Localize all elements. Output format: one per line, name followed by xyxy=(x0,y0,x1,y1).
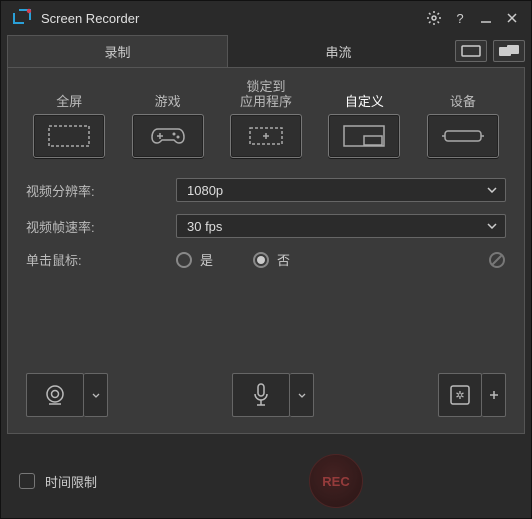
webcam-dropdown[interactable] xyxy=(84,373,108,417)
resolution-dropdown[interactable]: 1080p xyxy=(176,178,506,202)
tabbar-right xyxy=(449,35,525,67)
mic-button[interactable] xyxy=(232,373,290,417)
overlay-add[interactable] xyxy=(482,373,506,417)
mic-dropdown[interactable] xyxy=(290,373,314,417)
overlay-button[interactable]: ✲ xyxy=(438,373,482,417)
webcam-group xyxy=(26,373,108,417)
settings-panel: 视频分辨率: 1080p 视频帧速率: 30 fps 单击鼠标: xyxy=(26,178,506,269)
mic-group xyxy=(232,373,314,417)
overlay-group: ✲ xyxy=(438,373,506,417)
mode-game-label: 游戏 xyxy=(155,78,181,110)
framerate-dropdown[interactable]: 30 fps xyxy=(176,214,506,238)
row-framerate: 视频帧速率: 30 fps xyxy=(26,214,506,238)
mode-fullscreen-label: 全屏 xyxy=(56,78,82,110)
record-button[interactable]: REC xyxy=(309,454,363,508)
radio-yes[interactable]: 是 xyxy=(176,250,213,269)
app-icon xyxy=(11,7,33,29)
radio-yes-label: 是 xyxy=(200,250,213,269)
spacer xyxy=(26,269,506,359)
row-mouseclick: 单击鼠标: 是 否 xyxy=(26,250,506,269)
framerate-label: 视频帧速率: xyxy=(26,217,176,236)
timelimit-label: 时间限制 xyxy=(45,472,97,491)
tabbar: 录制 串流 xyxy=(1,35,531,67)
radio-circle-icon xyxy=(176,252,192,268)
tab-stream[interactable]: 串流 xyxy=(228,35,449,67)
svg-text:✲: ✲ xyxy=(455,390,464,402)
spacer xyxy=(322,373,430,417)
resolution-label: 视频分辨率: xyxy=(26,181,176,200)
gamepad-icon xyxy=(132,114,204,158)
timelimit-checkbox[interactable] xyxy=(19,473,35,489)
webcam-button[interactable] xyxy=(26,373,84,417)
content-panel: 全屏 游戏 锁定到 应用程序 自定义 xyxy=(7,67,525,434)
tab-record[interactable]: 录制 xyxy=(7,35,228,67)
titlebar: Screen Recorder ? xyxy=(1,1,531,35)
chevron-down-icon xyxy=(487,223,497,229)
radio-no-label: 否 xyxy=(277,250,290,269)
mode-lockapp-label: 锁定到 应用程序 xyxy=(240,78,292,110)
chevron-down-icon xyxy=(487,187,497,193)
device-icon xyxy=(427,114,499,158)
app-window: Screen Recorder ? 录制 串流 全屏 xyxy=(0,0,532,519)
spacer xyxy=(116,373,224,417)
framerate-value: 30 fps xyxy=(187,219,222,234)
monitor-switch-button[interactable] xyxy=(455,40,487,62)
minimize-icon[interactable] xyxy=(473,5,499,31)
resolution-value: 1080p xyxy=(187,183,223,198)
close-icon[interactable] xyxy=(499,5,525,31)
lockapp-icon xyxy=(230,114,302,158)
mode-selector: 全屏 游戏 锁定到 应用程序 自定义 xyxy=(26,78,506,158)
mode-custom-label: 自定义 xyxy=(345,78,384,110)
mode-device-label: 设备 xyxy=(450,78,476,110)
tab-record-label: 录制 xyxy=(104,42,130,61)
mouseclick-label: 单击鼠标: xyxy=(26,250,176,269)
mode-game[interactable]: 游戏 xyxy=(124,78,210,158)
tab-stream-label: 串流 xyxy=(325,42,351,61)
radio-no[interactable]: 否 xyxy=(253,250,290,269)
custom-icon xyxy=(328,114,400,158)
blocked-icon xyxy=(488,251,506,269)
app-title: Screen Recorder xyxy=(41,11,421,26)
mode-fullscreen[interactable]: 全屏 xyxy=(26,78,112,158)
multi-monitor-button[interactable] xyxy=(493,40,525,62)
row-resolution: 视频分辨率: 1080p xyxy=(26,178,506,202)
record-button-label: REC xyxy=(322,474,349,489)
mode-lockapp[interactable]: 锁定到 应用程序 xyxy=(223,78,309,158)
help-icon[interactable]: ? xyxy=(447,5,473,31)
mode-custom[interactable]: 自定义 xyxy=(321,78,407,158)
settings-icon[interactable] xyxy=(421,5,447,31)
device-bar: ✲ xyxy=(26,373,506,417)
footer: 时间限制 REC xyxy=(1,440,531,518)
mouseclick-radios: 是 否 xyxy=(176,250,506,269)
radio-circle-icon xyxy=(253,252,269,268)
fullscreen-icon xyxy=(33,114,105,158)
mode-device[interactable]: 设备 xyxy=(420,78,506,158)
svg-text:?: ? xyxy=(456,11,463,25)
